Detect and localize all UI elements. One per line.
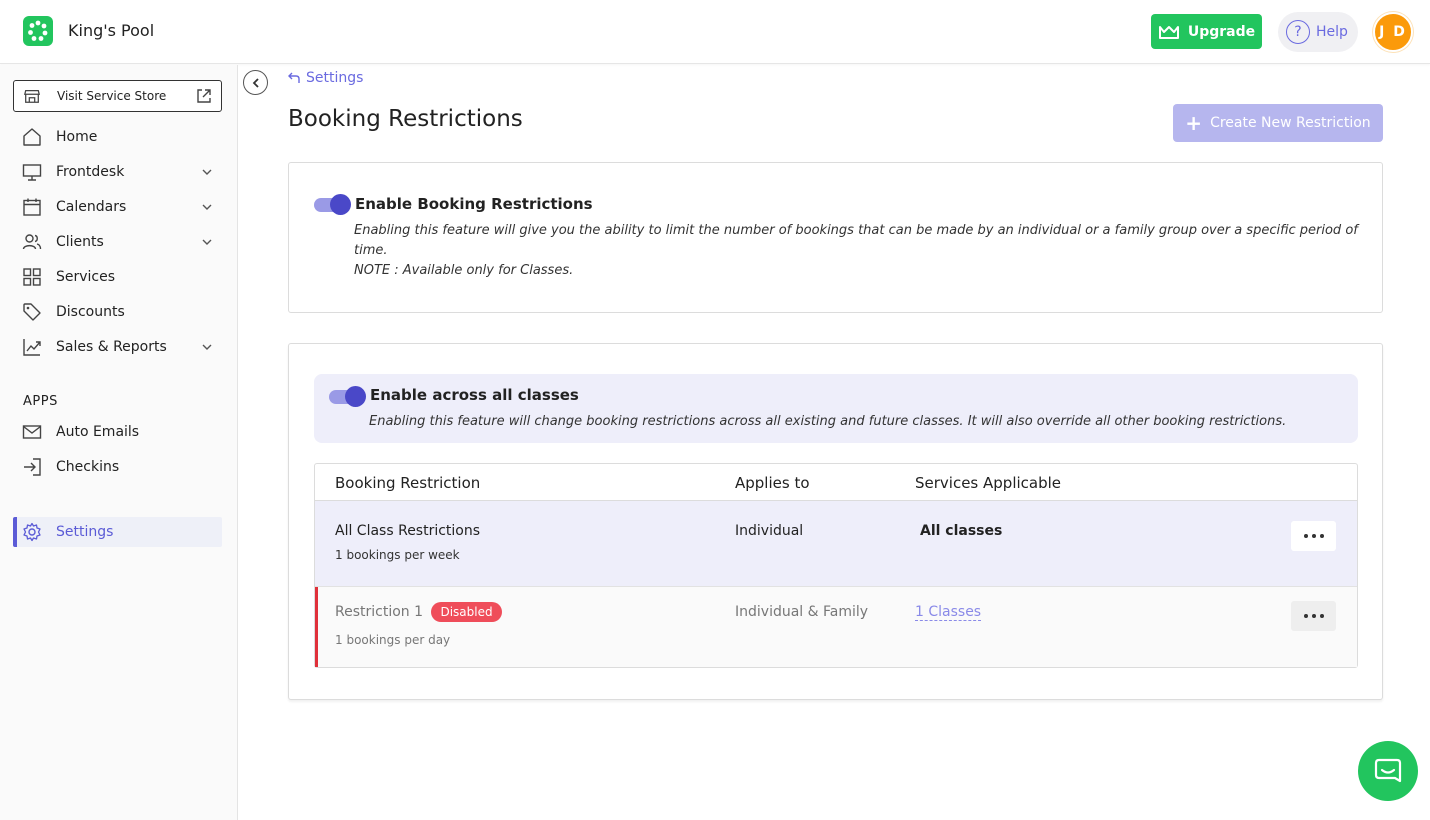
home-icon <box>23 128 41 146</box>
restriction-detail: 1 bookings per week <box>335 548 460 562</box>
tag-icon <box>23 303 41 321</box>
sidebar-item-auto-emails[interactable]: Auto Emails <box>13 417 222 447</box>
chevron-left-icon <box>252 77 259 88</box>
help-button[interactable]: ? Help <box>1278 12 1358 52</box>
sidebar-item-label: Checkins <box>56 459 120 475</box>
restrictions-card: Enable across all classes Enabling this … <box>288 343 1383 700</box>
crown-icon <box>1158 25 1179 39</box>
sidebar-item-label: Settings <box>56 524 114 540</box>
enable-booking-restrictions-card: Enable Booking Restrictions Enabling thi… <box>288 162 1383 313</box>
monitor-icon <box>22 164 42 181</box>
external-link-icon <box>197 89 211 103</box>
sidebar-item-discounts[interactable]: Discounts <box>13 297 222 327</box>
sidebar-item-label: Frontdesk <box>56 164 125 180</box>
sidebar-item-settings[interactable]: Settings <box>13 517 222 547</box>
sidebar-item-label: Calendars <box>56 199 127 215</box>
back-link-label: Settings <box>306 70 364 86</box>
upgrade-label: Upgrade <box>1187 23 1256 40</box>
restriction-name-cell: Restriction 1 Disabled <box>335 602 502 622</box>
chevron-down-icon[interactable] <box>201 201 213 213</box>
enable-all-classes-title: Enable across all classes <box>370 386 579 404</box>
business-name: King's Pool <box>68 21 155 40</box>
services-applicable-value: 1 Classes <box>915 604 982 621</box>
back-to-settings-link[interactable]: Settings <box>287 70 363 86</box>
sidebar-item-sales-reports[interactable]: Sales & Reports <box>13 332 222 362</box>
column-header-applies-to: Applies to <box>735 474 810 492</box>
gear-icon <box>23 522 41 542</box>
create-button-label: Create New Restriction <box>1210 115 1371 131</box>
chart-icon <box>23 339 41 356</box>
restriction-name: All Class Restrictions <box>335 523 481 539</box>
visit-store-label: Visit Service Store <box>57 89 167 103</box>
restriction-detail: 1 bookings per day <box>335 633 451 647</box>
sidebar-item-frontdesk[interactable]: Frontdesk <box>13 157 222 187</box>
sidebar-item-calendars[interactable]: Calendars <box>13 192 222 222</box>
help-label: Help <box>1316 24 1348 40</box>
applies-to-value: Individual & Family <box>735 604 869 620</box>
sidebar: Visit Service Store Home Frontdesk Calen… <box>0 65 238 820</box>
enable-booking-restrictions-toggle[interactable] <box>314 194 351 215</box>
store-icon <box>23 89 41 103</box>
sidebar-item-checkins[interactable]: Checkins <box>13 452 222 482</box>
app-logo-icon[interactable] <box>23 16 53 46</box>
note-text: NOTE : Available only for Classes. <box>354 263 574 278</box>
sidebar-item-services[interactable]: Services <box>13 262 222 292</box>
sidebar-item-home[interactable]: Home <box>13 122 222 152</box>
services-applicable-link[interactable]: 1 Classes <box>915 604 982 621</box>
applies-to-value: Individual <box>735 523 804 539</box>
table-row[interactable]: Restriction 1 Disabled 1 bookings per da… <box>315 587 1357 667</box>
chevron-down-icon[interactable] <box>201 166 213 178</box>
calendar-icon <box>23 198 41 216</box>
restriction-name: Restriction 1 <box>335 604 424 620</box>
sidebar-item-label: Home <box>56 129 98 145</box>
upgrade-button[interactable]: Upgrade <box>1151 14 1262 49</box>
description-line: Enabling this feature will give you the … <box>354 223 1358 238</box>
top-header: King's Pool Upgrade ? Help J D <box>0 0 1430 64</box>
mail-icon <box>22 425 42 439</box>
chat-icon <box>1374 758 1402 783</box>
status-badge: Disabled <box>431 602 502 622</box>
enable-all-classes-panel: Enable across all classes Enabling this … <box>314 374 1358 443</box>
users-icon <box>22 234 42 250</box>
apps-section-label: APPS <box>23 394 58 409</box>
enable-all-classes-description: Enabling this feature will change bookin… <box>369 414 1287 429</box>
grid-icon <box>23 268 41 286</box>
column-header-services: Services Applicable <box>915 474 1062 492</box>
row-more-options-button[interactable] <box>1291 521 1336 551</box>
restrictions-table: Booking Restriction Applies to Services … <box>314 463 1358 668</box>
table-header: Booking Restriction Applies to Services … <box>315 464 1357 501</box>
enable-booking-restrictions-description: Enabling this feature will give you the … <box>354 221 1369 281</box>
sidebar-item-label: Clients <box>56 234 104 250</box>
sidebar-item-label: Services <box>56 269 116 285</box>
sidebar-item-label: Sales & Reports <box>56 339 167 355</box>
chevron-down-icon[interactable] <box>201 341 213 353</box>
plus-icon: + <box>1185 111 1203 135</box>
sidebar-item-clients[interactable]: Clients <box>13 227 222 257</box>
enable-booking-restrictions-title: Enable Booking Restrictions <box>355 195 593 213</box>
sidebar-item-label: Auto Emails <box>56 424 140 440</box>
description-line-cont: time. <box>354 243 388 258</box>
enable-all-classes-toggle[interactable] <box>329 386 366 407</box>
chevron-down-icon[interactable] <box>201 236 213 248</box>
login-icon <box>24 458 41 476</box>
question-circle-icon: ? <box>1286 20 1310 44</box>
user-avatar[interactable]: J D <box>1373 12 1413 52</box>
services-applicable-value: All classes <box>920 523 1003 539</box>
back-arrow-icon <box>288 72 300 83</box>
collapse-sidebar-button[interactable] <box>243 70 268 95</box>
column-header-restriction: Booking Restriction <box>335 474 481 492</box>
page-title: Booking Restrictions <box>288 106 523 132</box>
table-row[interactable]: All Class Restrictions 1 bookings per we… <box>315 501 1357 587</box>
visit-service-store-button[interactable]: Visit Service Store <box>13 80 222 112</box>
chat-widget-button[interactable] <box>1358 741 1418 801</box>
row-more-options-button[interactable] <box>1291 601 1336 631</box>
sidebar-item-label: Discounts <box>56 304 125 320</box>
create-new-restriction-button[interactable]: + Create New Restriction <box>1173 104 1383 142</box>
